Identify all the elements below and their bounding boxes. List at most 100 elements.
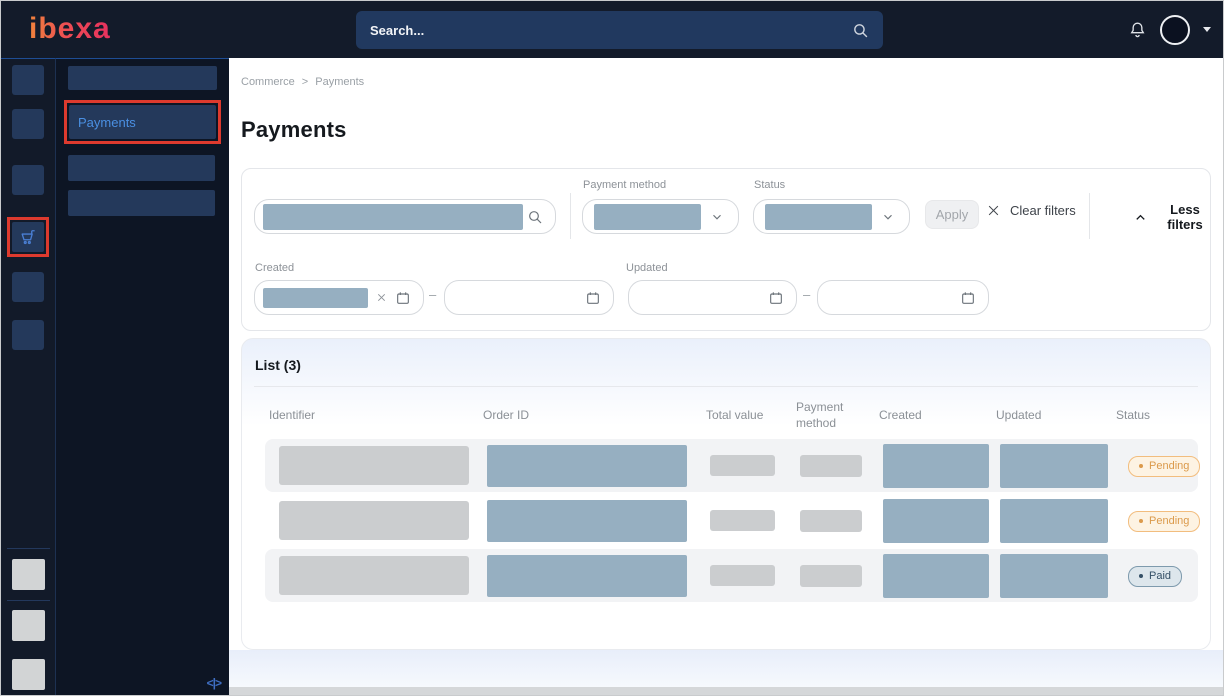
created-to-date-input[interactable] bbox=[444, 280, 614, 315]
sidebar-item-2[interactable] bbox=[12, 109, 44, 139]
apply-button[interactable]: Apply bbox=[925, 200, 979, 229]
sidebar-bottom-item-2[interactable] bbox=[12, 610, 45, 641]
status-dot-icon bbox=[1139, 519, 1143, 523]
caret-down-icon[interactable] bbox=[1203, 27, 1211, 32]
sidebar-item-commerce-highlight bbox=[7, 217, 49, 257]
created-label: Created bbox=[255, 262, 294, 274]
status-badge: Pending bbox=[1128, 456, 1200, 477]
breadcrumb-payments[interactable]: Payments bbox=[315, 76, 364, 88]
icon-rail-sidebar bbox=[1, 58, 56, 695]
collapse-panel-icon[interactable]: <|> bbox=[207, 676, 221, 690]
created-placeholder bbox=[883, 444, 989, 488]
nav-item-payments-highlight: Payments bbox=[64, 100, 221, 144]
sidebar-bottom-group bbox=[1, 548, 55, 695]
updated-placeholder bbox=[1000, 499, 1108, 543]
nav-item-1[interactable] bbox=[68, 66, 217, 90]
updated-placeholder bbox=[1000, 554, 1108, 598]
clear-x-icon[interactable] bbox=[376, 292, 387, 303]
updated-from-date-input[interactable] bbox=[628, 280, 797, 315]
created-from-value-placeholder bbox=[263, 288, 368, 308]
horizontal-scrollbar[interactable] bbox=[229, 687, 1223, 695]
nav-item-payments[interactable]: Payments bbox=[69, 105, 216, 139]
payment-method-placeholder bbox=[800, 455, 862, 477]
clear-filters-button[interactable]: Clear filters bbox=[986, 203, 1076, 218]
payment-method-value-placeholder bbox=[594, 204, 701, 230]
created-from-date-input[interactable] bbox=[254, 280, 424, 315]
sidebar-divider bbox=[7, 548, 50, 549]
cart-icon bbox=[18, 227, 38, 247]
list-divider bbox=[254, 386, 1198, 387]
secondary-nav-panel: Payments <|> bbox=[56, 58, 229, 695]
search-icon[interactable] bbox=[852, 22, 869, 39]
column-updated: Updated bbox=[996, 408, 1116, 424]
less-filters-button[interactable]: Less filters bbox=[1133, 202, 1210, 232]
column-total-value: Total value bbox=[706, 408, 796, 424]
calendar-icon[interactable] bbox=[960, 290, 976, 306]
global-search-input[interactable] bbox=[370, 23, 852, 38]
bell-icon[interactable] bbox=[1128, 20, 1147, 39]
column-payment-method: Payment method bbox=[796, 400, 879, 431]
status-dot-icon bbox=[1139, 464, 1143, 468]
table-header: Identifier Order ID Total value Payment … bbox=[265, 395, 1198, 437]
created-placeholder bbox=[883, 554, 989, 598]
nav-item-4[interactable] bbox=[68, 190, 215, 216]
calendar-icon[interactable] bbox=[395, 290, 411, 306]
nav-item-3[interactable] bbox=[68, 155, 215, 181]
sidebar-item-commerce[interactable] bbox=[12, 222, 44, 252]
sidebar-item-5[interactable] bbox=[12, 272, 44, 302]
chevron-up-icon bbox=[1133, 210, 1148, 225]
filter-search-value-placeholder bbox=[263, 204, 523, 230]
user-avatar[interactable] bbox=[1160, 15, 1190, 45]
topbar-right-cluster bbox=[1128, 1, 1211, 58]
global-search[interactable] bbox=[356, 11, 883, 49]
top-bar: ibexa bbox=[1, 1, 1223, 58]
table-row[interactable]: Pending bbox=[265, 494, 1198, 547]
clear-filters-label: Clear filters bbox=[1010, 203, 1076, 218]
sidebar-item-6[interactable] bbox=[12, 320, 44, 350]
breadcrumb: Commerce > Payments bbox=[241, 76, 1211, 88]
column-identifier: Identifier bbox=[269, 408, 483, 424]
filters-panel: Payment method Status Apply bbox=[241, 168, 1211, 331]
total-value-placeholder bbox=[710, 565, 775, 586]
calendar-icon[interactable] bbox=[768, 290, 784, 306]
less-filters-label: Less filters bbox=[1160, 202, 1210, 232]
breadcrumb-commerce[interactable]: Commerce bbox=[241, 76, 295, 88]
page-background bbox=[229, 650, 1223, 687]
filter-divider bbox=[570, 193, 571, 239]
status-badge: Paid bbox=[1128, 566, 1182, 587]
updated-to-date-input[interactable] bbox=[817, 280, 989, 315]
filter-search-input[interactable] bbox=[254, 199, 556, 234]
sidebar-item-3[interactable] bbox=[12, 165, 44, 195]
status-dot-icon bbox=[1139, 574, 1143, 578]
payment-method-placeholder bbox=[800, 510, 862, 532]
updated-label: Updated bbox=[626, 262, 668, 274]
total-value-placeholder bbox=[710, 455, 775, 476]
clear-x-icon bbox=[986, 203, 1001, 218]
sidebar-item-1[interactable] bbox=[12, 65, 44, 95]
search-icon[interactable] bbox=[527, 209, 543, 225]
status-select[interactable] bbox=[753, 199, 910, 234]
sidebar-bottom-item-1[interactable] bbox=[12, 559, 45, 590]
list-title: List (3) bbox=[242, 339, 1210, 386]
date-range-separator: – bbox=[803, 287, 810, 302]
order-id-placeholder bbox=[487, 445, 687, 487]
main-content: Commerce > Payments Payments Payme bbox=[229, 58, 1223, 695]
status-label: Status bbox=[754, 179, 785, 191]
sidebar-bottom-item-3[interactable] bbox=[12, 659, 45, 690]
status-badge: Pending bbox=[1128, 511, 1200, 532]
table-row[interactable]: Paid bbox=[265, 549, 1198, 602]
app-window: ibexa bbox=[0, 0, 1224, 696]
status-value-placeholder bbox=[765, 204, 872, 230]
column-order-id: Order ID bbox=[483, 408, 706, 424]
identifier-placeholder bbox=[279, 501, 469, 540]
calendar-icon[interactable] bbox=[585, 290, 601, 306]
payment-method-select[interactable] bbox=[582, 199, 739, 234]
sidebar-divider bbox=[7, 600, 50, 601]
date-range-separator: – bbox=[429, 287, 436, 302]
payment-method-placeholder bbox=[800, 565, 862, 587]
order-id-placeholder bbox=[487, 555, 687, 597]
table-row[interactable]: Pending bbox=[265, 439, 1198, 492]
ibexa-logo[interactable]: ibexa bbox=[29, 12, 111, 46]
column-created: Created bbox=[879, 408, 996, 424]
column-status: Status bbox=[1116, 408, 1198, 424]
